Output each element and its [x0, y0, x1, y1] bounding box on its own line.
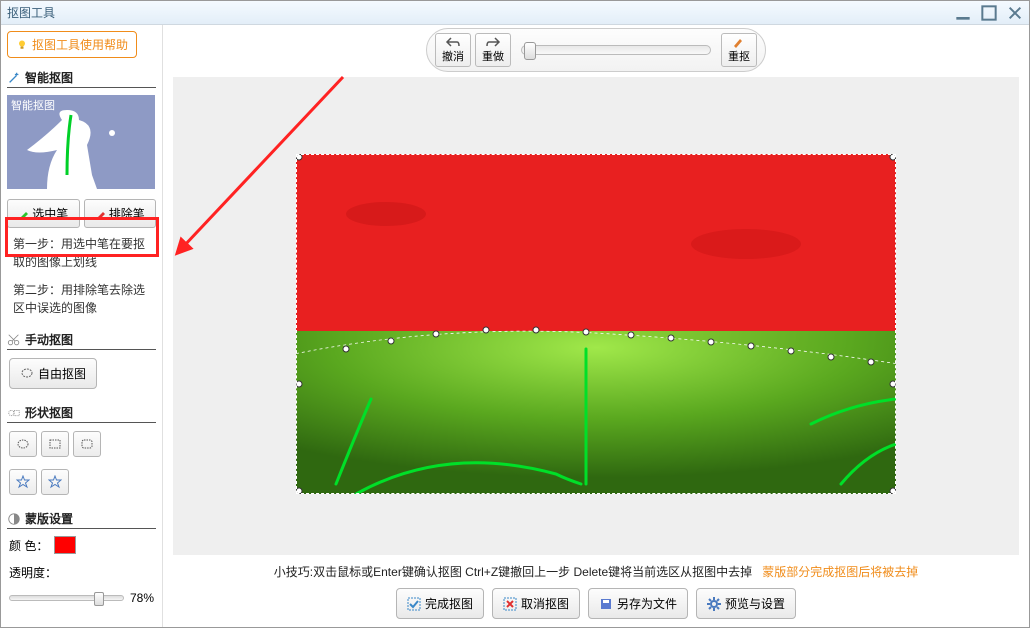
save-icon — [599, 597, 613, 611]
shape-rect-button[interactable] — [41, 431, 69, 457]
mask-opacity-label: 透明度： — [9, 564, 57, 581]
check-icon — [407, 597, 421, 611]
image-canvas[interactable] — [296, 154, 896, 494]
toolbar-top: 撤消 重做 重抠 — [163, 25, 1029, 75]
roundrect-icon — [80, 437, 94, 451]
action-bar: 完成抠图 取消抠图 另存为文件 预览与设置 — [163, 584, 1029, 627]
finish-cutout-button[interactable]: 完成抠图 — [396, 588, 484, 619]
sidebar: 抠图工具使用帮助 智能抠图 智能抠图 选中笔 排除笔 第一步：用选中笔在 — [1, 25, 163, 627]
redo-button[interactable]: 重做 — [475, 33, 511, 67]
mask-opacity-slider[interactable] — [9, 595, 124, 601]
maximize-button[interactable] — [981, 6, 997, 20]
mask-opacity-value: 78% — [130, 591, 154, 605]
exclude-pen-button[interactable]: 排除笔 — [84, 199, 157, 228]
wand-icon — [7, 71, 21, 85]
save-as-button[interactable]: 另存为文件 — [588, 588, 688, 619]
recut-icon — [731, 36, 747, 48]
brush-size-slider[interactable] — [521, 45, 711, 55]
smart-cutout-thumbnail[interactable]: 智能抠图 — [7, 95, 155, 189]
step1-text: 第一步：用选中笔在要抠取的图像上划线 — [7, 232, 156, 274]
lasso-icon — [20, 367, 34, 381]
cancel-cutout-button[interactable]: 取消抠图 — [492, 588, 580, 619]
shapes-icon — [7, 406, 21, 420]
scissors-icon — [7, 333, 21, 347]
titlebar: 抠图工具 — [1, 1, 1029, 25]
x-icon — [503, 597, 517, 611]
shape-star2-button[interactable] — [41, 469, 69, 495]
mask-color-label: 颜 色： — [9, 537, 48, 554]
minimize-button[interactable] — [955, 6, 971, 20]
section-shape-cutout: 形状抠图 — [7, 401, 156, 423]
mask-icon — [7, 512, 21, 526]
recut-button[interactable]: 重抠 — [721, 33, 757, 67]
hint-bar: 小技巧:双击鼠标或Enter键确认抠图 Ctrl+Z键撤回上一步 Delete键… — [163, 557, 1029, 584]
select-pen-button[interactable]: 选中笔 — [7, 199, 80, 228]
preview-settings-button[interactable]: 预览与设置 — [696, 588, 796, 619]
section-smart-cutout: 智能抠图 — [7, 66, 156, 88]
window-title: 抠图工具 — [7, 4, 955, 21]
shape-star-button[interactable] — [9, 469, 37, 495]
pen-green-icon — [18, 208, 30, 220]
close-button[interactable] — [1007, 6, 1023, 20]
redo-icon — [485, 36, 501, 48]
section-mask: 蒙版设置 — [7, 507, 156, 529]
star2-icon — [48, 475, 62, 489]
shape-roundrect-button[interactable] — [73, 431, 101, 457]
section-manual-cutout: 手动抠图 — [7, 328, 156, 350]
content-area: 撤消 重做 重抠 — [163, 25, 1029, 627]
star-icon — [16, 475, 30, 489]
help-button[interactable]: 抠图工具使用帮助 — [7, 31, 137, 58]
undo-button[interactable]: 撤消 — [435, 33, 471, 67]
rect-icon — [48, 437, 62, 451]
canvas-wrap — [173, 77, 1019, 555]
pen-red-icon — [95, 208, 107, 220]
step2-text: 第二步：用排除笔去除选区中误选的图像 — [7, 278, 156, 320]
shape-ellipse-button[interactable] — [9, 431, 37, 457]
ellipse-icon — [16, 437, 30, 451]
mask-color-swatch[interactable] — [54, 536, 76, 554]
gear-icon — [707, 597, 721, 611]
free-cutout-button[interactable]: 自由抠图 — [9, 358, 97, 389]
bulb-icon — [16, 39, 28, 51]
undo-icon — [445, 36, 461, 48]
